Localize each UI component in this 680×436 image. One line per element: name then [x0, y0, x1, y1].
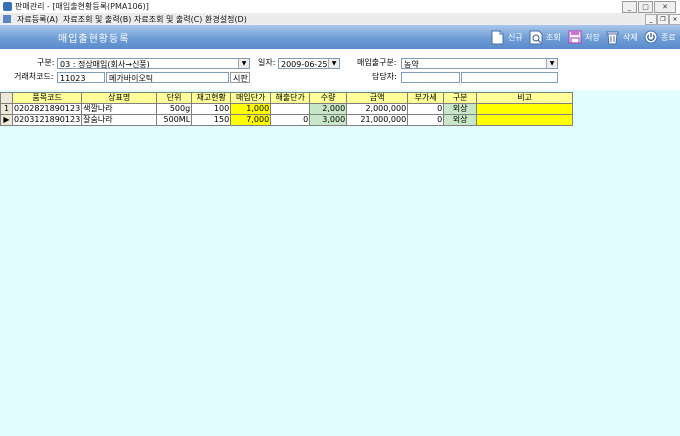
inout-type-label: 매입출구분: [357, 58, 397, 67]
save-icon [567, 29, 582, 45]
menu-item-query-b[interactable]: 자료조회 및 출력(B) [63, 14, 131, 25]
client-name-value: 메가바이오틱 [109, 74, 154, 83]
search-icon [528, 29, 543, 45]
menu-item-query-c[interactable]: 자료조회 및 출력(C) [134, 14, 202, 25]
inout-type-value: 농약 [404, 60, 419, 69]
manager-code-field[interactable] [401, 72, 460, 83]
client-code-field[interactable]: 11023 [57, 72, 105, 83]
chevron-down-icon[interactable]: ▼ [546, 59, 557, 68]
sell-price-cell[interactable] [270, 103, 311, 115]
column-header[interactable]: 품목코드 [11, 92, 83, 104]
item-code-cell[interactable]: 0202821890123 [11, 103, 83, 115]
brand-name-cell[interactable]: 색깔나라 [81, 103, 158, 115]
date-value: 2009-06-25 [281, 60, 328, 69]
column-header[interactable]: 금액 [346, 92, 409, 104]
grid-header-row: 품목코드 상표명 단위 재고현황 매입단가 해출단가 수량 금액 부가세 구분 … [0, 92, 574, 104]
note-cell[interactable] [476, 114, 574, 126]
client-code-label: 거래처코드: [14, 72, 54, 81]
column-header[interactable]: 부가세 [407, 92, 445, 104]
close-icon[interactable]: ✕ [654, 1, 676, 13]
brand-name-cell[interactable]: 잘숨나라 [81, 114, 158, 126]
stock-cell[interactable]: 100 [191, 103, 232, 115]
type-label: 구분: [37, 58, 55, 67]
window-title: 판매관리 - [매입출현황등록(PMA106)] [15, 2, 149, 11]
mdi-restore-icon[interactable]: ❐ [657, 14, 669, 25]
trash-icon [605, 29, 620, 45]
client-extra-value: 시판 [233, 74, 248, 83]
inout-type-select[interactable]: 농약 ▼ [401, 58, 558, 69]
mdi-close-icon[interactable]: × [669, 14, 680, 25]
row-marker[interactable]: ▶ [0, 114, 13, 126]
column-header[interactable]: 단위 [156, 92, 193, 104]
new-button-label: 신규 [508, 32, 523, 42]
buy-price-cell[interactable]: 7,000 [230, 114, 272, 126]
row-header-corner [0, 92, 13, 104]
chevron-down-icon[interactable]: ▼ [238, 59, 249, 68]
manager-label: 담당자: [372, 72, 397, 81]
column-header[interactable]: 수량 [309, 92, 348, 104]
client-name-field[interactable]: 메가바이오틱 [106, 72, 229, 83]
exit-button[interactable]: 종료 [643, 28, 676, 46]
purchase-grid: 품목코드 상표명 단위 재고현황 매입단가 해출단가 수량 금액 부가세 구분 … [0, 92, 574, 126]
client-extra-field[interactable]: 시판 [230, 72, 250, 83]
stock-cell[interactable]: 150 [191, 114, 232, 126]
column-header[interactable]: 재고현황 [191, 92, 232, 104]
date-picker[interactable]: 2009-06-25 ▼ [278, 58, 340, 69]
maximize-icon[interactable]: □ [638, 1, 653, 13]
buy-price-cell[interactable]: 1,000 [230, 103, 272, 115]
table-row[interactable]: 1 0202821890123 색깔나라 500g 100 1,000 2,00… [0, 103, 574, 115]
save-button-label: 저장 [585, 32, 600, 42]
save-button[interactable]: 저장 [567, 28, 600, 46]
exit-button-label: 종료 [661, 32, 676, 42]
note-cell[interactable] [476, 103, 574, 115]
page-title: 매입출현황등록 [58, 34, 130, 45]
search-form: 구분: 03 : 정상매입(회사→신풍) ▼ 일자: 2009-06-25 ▼ … [0, 49, 680, 90]
minimize-icon[interactable]: _ [622, 1, 637, 13]
new-document-icon [490, 29, 505, 45]
chevron-down-icon[interactable]: ▼ [328, 59, 339, 68]
column-header[interactable]: 구분 [443, 92, 478, 104]
vat-cell[interactable]: 0 [407, 103, 445, 115]
delete-button[interactable]: 삭제 [605, 28, 638, 46]
type-select[interactable]: 03 : 정상매입(회사→신풍) ▼ [57, 58, 250, 69]
column-header[interactable]: 비고 [476, 92, 574, 104]
menu-item-settings[interactable]: 환경설정(D) [205, 14, 247, 25]
power-icon [643, 29, 658, 45]
date-label: 일자: [258, 58, 276, 67]
amount-cell[interactable]: 2,000,000 [346, 103, 409, 115]
mdi-minimize-icon[interactable]: _ [645, 14, 657, 25]
sell-price-cell[interactable]: 0 [270, 114, 311, 126]
menu-app-icon [3, 15, 11, 23]
new-button[interactable]: 신규 [490, 28, 523, 46]
grid-background [0, 90, 680, 436]
amount-cell[interactable]: 21,000,000 [346, 114, 409, 126]
page-header: 매입출현황등록 신규 조회 저장 삭제 종료 [0, 25, 680, 49]
quantity-cell[interactable]: 3,000 [309, 114, 348, 126]
kind-cell[interactable]: 외상 [443, 114, 478, 126]
quantity-cell[interactable]: 2,000 [309, 103, 348, 115]
window-titlebar: 판매관리 - [매입출현황등록(PMA106)] _ □ ✕ [0, 0, 680, 14]
unit-cell[interactable]: 500g [156, 103, 193, 115]
menu-item-register[interactable]: 자료등록(A) [17, 14, 58, 25]
app-icon [3, 2, 12, 11]
column-header[interactable]: 매입단가 [230, 92, 272, 104]
delete-button-label: 삭제 [623, 32, 638, 42]
unit-cell[interactable]: 500ML [156, 114, 193, 126]
search-button-label: 조회 [546, 32, 561, 42]
column-header[interactable]: 해출단가 [270, 92, 311, 104]
client-code-value: 11023 [60, 74, 86, 83]
vat-cell[interactable]: 0 [407, 114, 445, 126]
row-marker[interactable]: 1 [0, 103, 13, 115]
item-code-cell[interactable]: 0203121890123 [11, 114, 83, 126]
type-select-value: 03 : 정상매입(회사→신풍) [60, 60, 150, 69]
manager-name-field[interactable] [461, 72, 558, 83]
search-button[interactable]: 조회 [528, 28, 561, 46]
column-header[interactable]: 상표명 [81, 92, 158, 104]
kind-cell[interactable]: 외상 [443, 103, 478, 115]
table-row[interactable]: ▶ 0203121890123 잘숨나라 500ML 150 7,000 0 3… [0, 114, 574, 126]
